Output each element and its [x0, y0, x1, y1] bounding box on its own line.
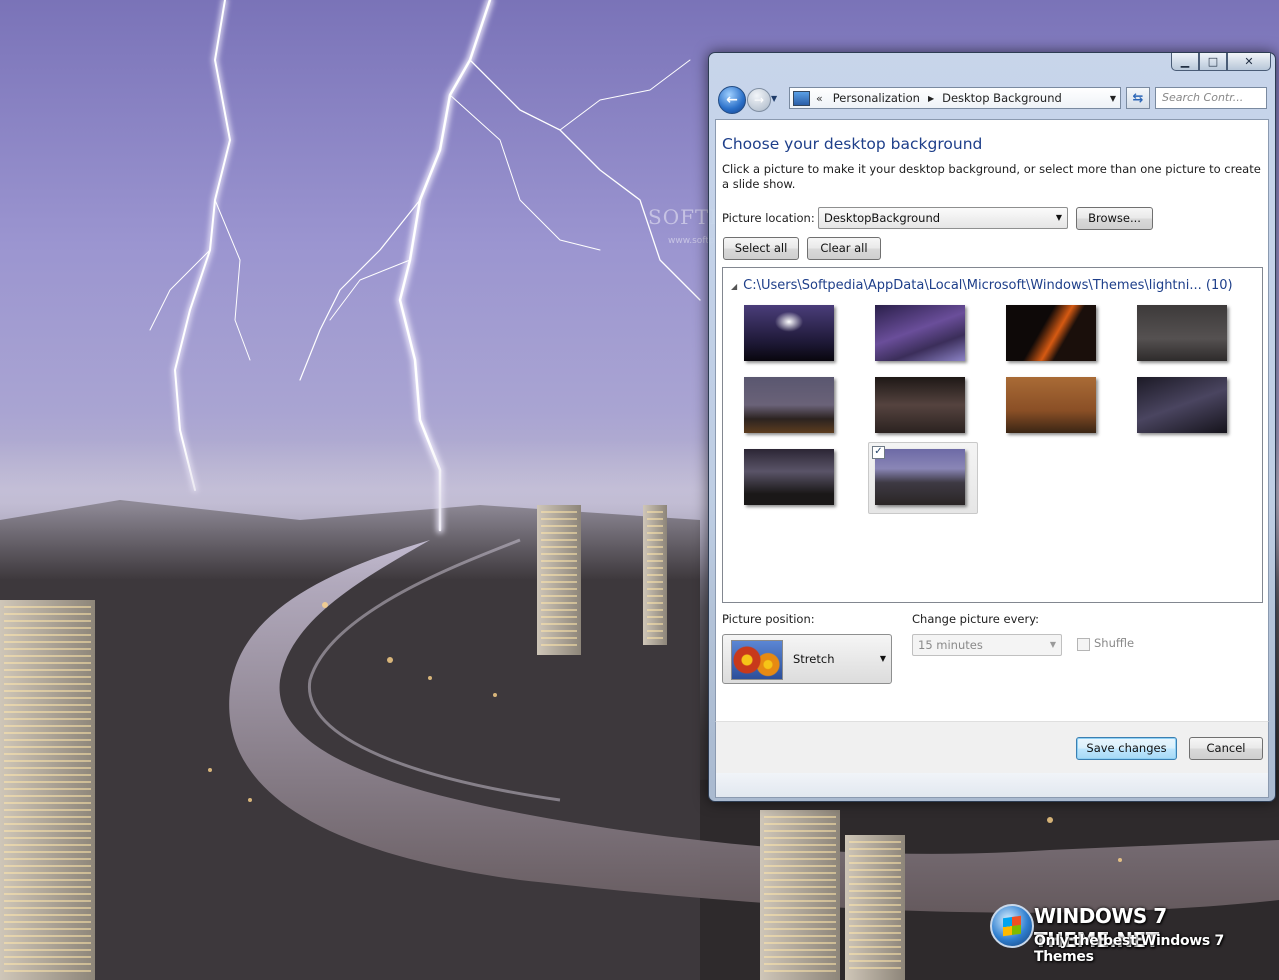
change-picture-interval-select[interactable]: 15 minutes ▼	[912, 634, 1062, 656]
windows-logo-icon	[990, 904, 1034, 948]
close-button[interactable]: ✕	[1227, 53, 1271, 71]
status-bar	[715, 773, 1269, 798]
page-description: Click a picture to make it your desktop …	[722, 162, 1261, 191]
search-input[interactable]: Search Contr...	[1155, 87, 1267, 109]
picture-location-value: DesktopBackground	[824, 211, 941, 225]
shuffle-checkbox[interactable]	[1077, 638, 1090, 651]
content-pane: Choose your desktop background Click a p…	[715, 119, 1269, 721]
lightning-thumb-4[interactable]	[1137, 305, 1227, 361]
chevron-down-icon: ▼	[1049, 640, 1056, 649]
browse-button[interactable]: Browse...	[1076, 207, 1153, 230]
wallpaper-building	[0, 600, 95, 980]
window-controls: ▁ □ ✕	[1171, 53, 1271, 71]
windows7theme-brand: WINDOWS 7 THEME.NET Only the best Window…	[990, 900, 1265, 965]
picture-position-select[interactable]: Stretch ▼	[722, 634, 892, 684]
page-title: Choose your desktop background	[722, 135, 983, 153]
lightning-thumb-5[interactable]	[744, 377, 834, 433]
change-picture-label: Change picture every:	[912, 612, 1040, 626]
change-picture-interval-value: 15 minutes	[918, 638, 983, 652]
cancel-button[interactable]: Cancel	[1189, 737, 1263, 760]
control-panel-icon	[793, 90, 810, 106]
lightning-thumb-2[interactable]	[875, 305, 965, 361]
picture-location-label: Picture location:	[722, 211, 815, 225]
wallpaper-building	[537, 505, 581, 655]
breadcrumb-personalization[interactable]: Personalization	[833, 91, 920, 105]
address-bar[interactable]: « Personalization ▶ Desktop Background ▼	[789, 87, 1121, 109]
minimize-button[interactable]: ▁	[1171, 53, 1199, 71]
group-count: (10)	[1205, 278, 1233, 293]
refresh-button[interactable]: ⇆	[1126, 87, 1150, 109]
lightning-thumb-3[interactable]	[1006, 305, 1096, 361]
select-all-button[interactable]: Select all	[723, 237, 799, 260]
back-button[interactable]: ←	[718, 86, 746, 114]
lightning-thumb-10[interactable]	[875, 449, 965, 505]
refresh-icon: ⇆	[1132, 90, 1144, 106]
picture-list: ◢ C:\Users\Softpedia\AppData\Local\Micros…	[722, 267, 1263, 603]
lightning-thumb-6[interactable]	[875, 377, 965, 433]
picture-location-select[interactable]: DesktopBackground ▼	[818, 207, 1068, 229]
save-changes-button[interactable]: Save changes	[1076, 737, 1177, 760]
lightning-thumb-1[interactable]	[744, 305, 834, 361]
lightning-thumb-7[interactable]	[1006, 377, 1096, 433]
desktop-background-window: ▁ □ ✕ ← → ▼ « Personalization ▶ Desktop …	[708, 52, 1276, 802]
lightning-thumb-8[interactable]	[1137, 377, 1227, 433]
chevron-down-icon: ▼	[879, 654, 886, 663]
address-overflow-chevron[interactable]: «	[816, 92, 823, 105]
maximize-button[interactable]: □	[1199, 53, 1227, 71]
picture-position-value: Stretch	[793, 652, 835, 666]
wallpaper-building	[643, 505, 667, 645]
flower-preview-icon	[731, 640, 783, 680]
group-path: C:\Users\Softpedia\AppData\Local\Microso…	[743, 278, 1202, 293]
collapse-triangle-icon[interactable]: ◢	[731, 282, 737, 291]
chevron-down-icon: ▼	[1055, 213, 1062, 222]
shuffle-label: Shuffle	[1094, 636, 1135, 650]
navigation-bar: ← → ▼ « Personalization ▶ Desktop Backgr…	[717, 85, 1267, 114]
address-dropdown-icon[interactable]: ▼	[1110, 94, 1116, 103]
brand-subtitle: Only the best Windows 7 Themes	[1034, 933, 1224, 965]
picture-position-label: Picture position:	[722, 612, 815, 626]
wallpaper-building	[845, 835, 905, 980]
thumb-10-checkbox[interactable]: ✓	[872, 446, 885, 459]
forward-button[interactable]: →	[747, 88, 771, 112]
breadcrumb-desktop-background[interactable]: Desktop Background	[942, 91, 1062, 105]
clear-all-button[interactable]: Clear all	[807, 237, 881, 260]
dialog-footer: Save changes Cancel	[715, 721, 1269, 775]
wallpaper-building	[760, 810, 840, 980]
lightning-thumb-9[interactable]	[744, 449, 834, 505]
picture-group-header[interactable]: ◢ C:\Users\Softpedia\AppData\Local\Micros…	[731, 278, 1233, 293]
recent-pages-dropdown-icon[interactable]: ▼	[771, 94, 777, 103]
breadcrumb-separator-icon[interactable]: ▶	[928, 94, 934, 103]
